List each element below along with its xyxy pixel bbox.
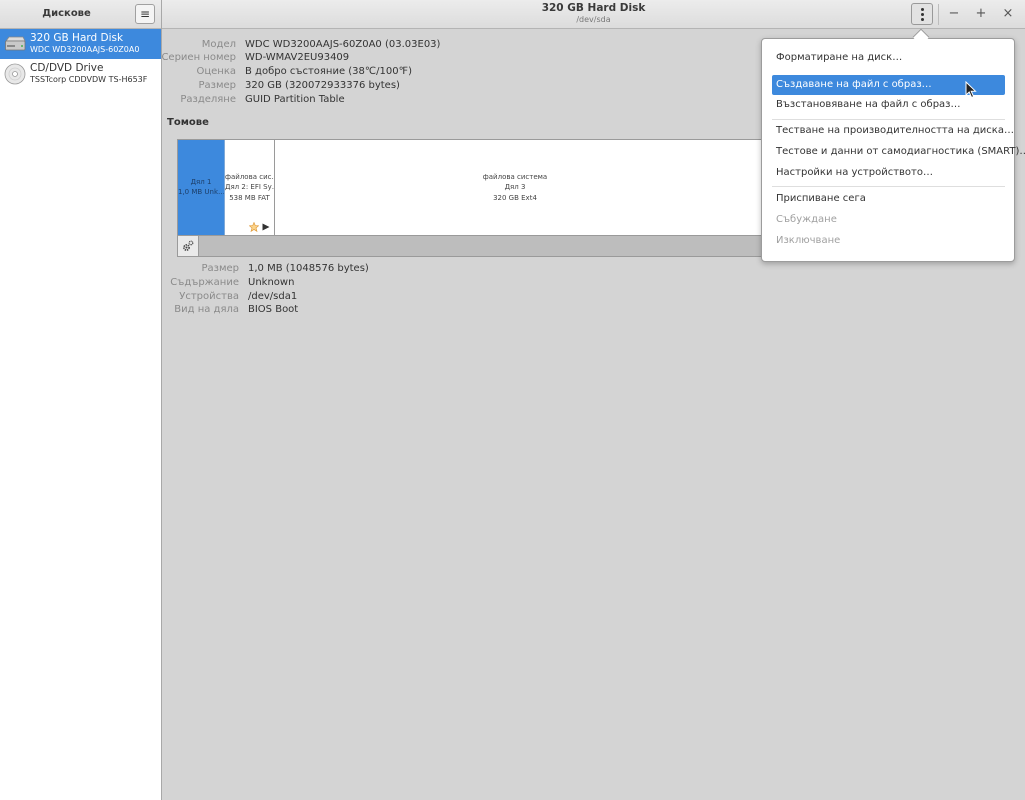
partitioning-value: GUID Partition Table <box>245 94 345 105</box>
size-label: Размер <box>198 80 236 91</box>
window-title: 320 GB Hard Disk <box>541 2 646 14</box>
menu-standby[interactable]: Приспиване сега <box>772 189 1005 209</box>
partition-options-button[interactable] <box>178 236 199 256</box>
disk-name: 320 GB Hard Disk <box>30 32 124 44</box>
menu-smart[interactable]: Тестове и данни от самодиагностика (SMAR… <box>772 142 1025 162</box>
partition-type-label: Вид на дяла <box>174 304 239 315</box>
contents-label: Съдържание <box>170 277 239 288</box>
minimize-button[interactable]: − <box>945 5 963 23</box>
partition-2[interactable]: файлова сис… Дял 2: EFI Sy… 538 MB FAT <box>225 140 275 235</box>
partition-size-label: Размер <box>201 263 239 274</box>
close-button[interactable]: × <box>999 5 1017 23</box>
disk-name: CD/DVD Drive <box>30 62 104 74</box>
partition-size: 320 GB Ext4 <box>493 194 537 202</box>
menu-wakeup: Събуждане <box>776 214 837 225</box>
device-value: /dev/sda1 <box>248 291 298 302</box>
disk-list-item-optical[interactable]: CD/DVD Drive TSSTcorp CDDVDW TS-H653F <box>0 59 161 89</box>
device-label: Устройства <box>179 291 239 302</box>
menu-separator <box>772 186 1005 187</box>
app-menu-button[interactable]: ≡ <box>135 4 155 24</box>
menu-separator <box>772 119 1005 120</box>
partition-label: Дял 1 <box>190 178 212 186</box>
assessment-label: Оценка <box>196 66 236 77</box>
partition-label: файлова система <box>482 173 548 181</box>
drive-menu-popover: Форматиране на диск… Създаване на файл с… <box>761 38 1025 262</box>
menu-format-disk[interactable]: Форматиране на диск… <box>772 48 1005 68</box>
partition-size-value: 1,0 MB (1048576 bytes) <box>248 263 369 274</box>
model-value: WDC WD3200AAJS-60Z0A0 (03.03E03) <box>245 39 441 50</box>
partition-size: 1,0 MB Unk… <box>178 188 225 196</box>
volumes-toolbar <box>177 236 777 257</box>
hard-disk-icon <box>5 36 26 51</box>
menu-poweroff: Изключване <box>776 235 841 246</box>
mouse-cursor-icon <box>965 81 977 99</box>
partition-3[interactable]: файлова система Дял 3 320 GB Ext4 <box>275 140 776 235</box>
assessment-value: В добро състояние (38℃/100℉) <box>245 66 413 77</box>
menu-benchmark[interactable]: Тестване на производителността на диска… <box>772 121 1014 141</box>
header-separator <box>938 4 939 25</box>
partition-name: Дял 3 <box>504 183 526 191</box>
menu-drive-settings[interactable]: Настройки на устройството… <box>772 163 1005 183</box>
serial-label: Сериен номер <box>161 52 236 63</box>
size-value: 320 GB (320072933376 bytes) <box>245 80 400 91</box>
partition-label: файлова сис… <box>225 173 275 181</box>
sidebar: Дискове ≡ 320 GB Hard Disk WDC WD3200AAJ… <box>0 0 162 800</box>
partition-type-value: BIOS Boot <box>248 304 299 315</box>
serial-value: WD-WMAV2EU93409 <box>245 52 350 63</box>
play-icon <box>262 223 270 231</box>
gear-icon <box>183 240 194 251</box>
kebab-menu-icon <box>920 7 924 21</box>
hamburger-icon: ≡ <box>139 7 151 21</box>
drive-menu-button[interactable] <box>911 3 933 25</box>
contents-value: Unknown <box>248 277 295 288</box>
partitioning-label: Разделяне <box>180 94 236 105</box>
window-subtitle: /dev/sda <box>576 15 611 24</box>
header-bar: 320 GB Hard Disk /dev/sda − + × <box>162 0 1025 29</box>
volumes-title: Томове <box>167 117 209 128</box>
partition-1[interactable]: Дял 1 1,0 MB Unk… <box>178 140 225 235</box>
disk-list-item-hard-disk[interactable]: 320 GB Hard Disk WDC WD3200AAJS-60Z0A0 <box>0 29 161 59</box>
sidebar-header: Дискове ≡ <box>0 0 161 29</box>
partition-name: Дял 2: EFI Sy… <box>225 183 275 191</box>
maximize-button[interactable]: + <box>972 5 990 23</box>
volumes-grid: Дял 1 1,0 MB Unk… файлова сис… Дял 2: EF… <box>177 139 777 236</box>
star-icon <box>249 222 259 232</box>
optical-disc-icon <box>4 63 26 85</box>
disk-model: WDC WD3200AAJS-60Z0A0 <box>30 45 140 54</box>
disk-model: TSSTcorp CDDVDW TS-H653F <box>30 75 148 84</box>
partition-size: 538 MB FAT <box>229 194 270 202</box>
sidebar-title: Дискове <box>42 8 91 19</box>
model-label: Модел <box>201 39 236 50</box>
